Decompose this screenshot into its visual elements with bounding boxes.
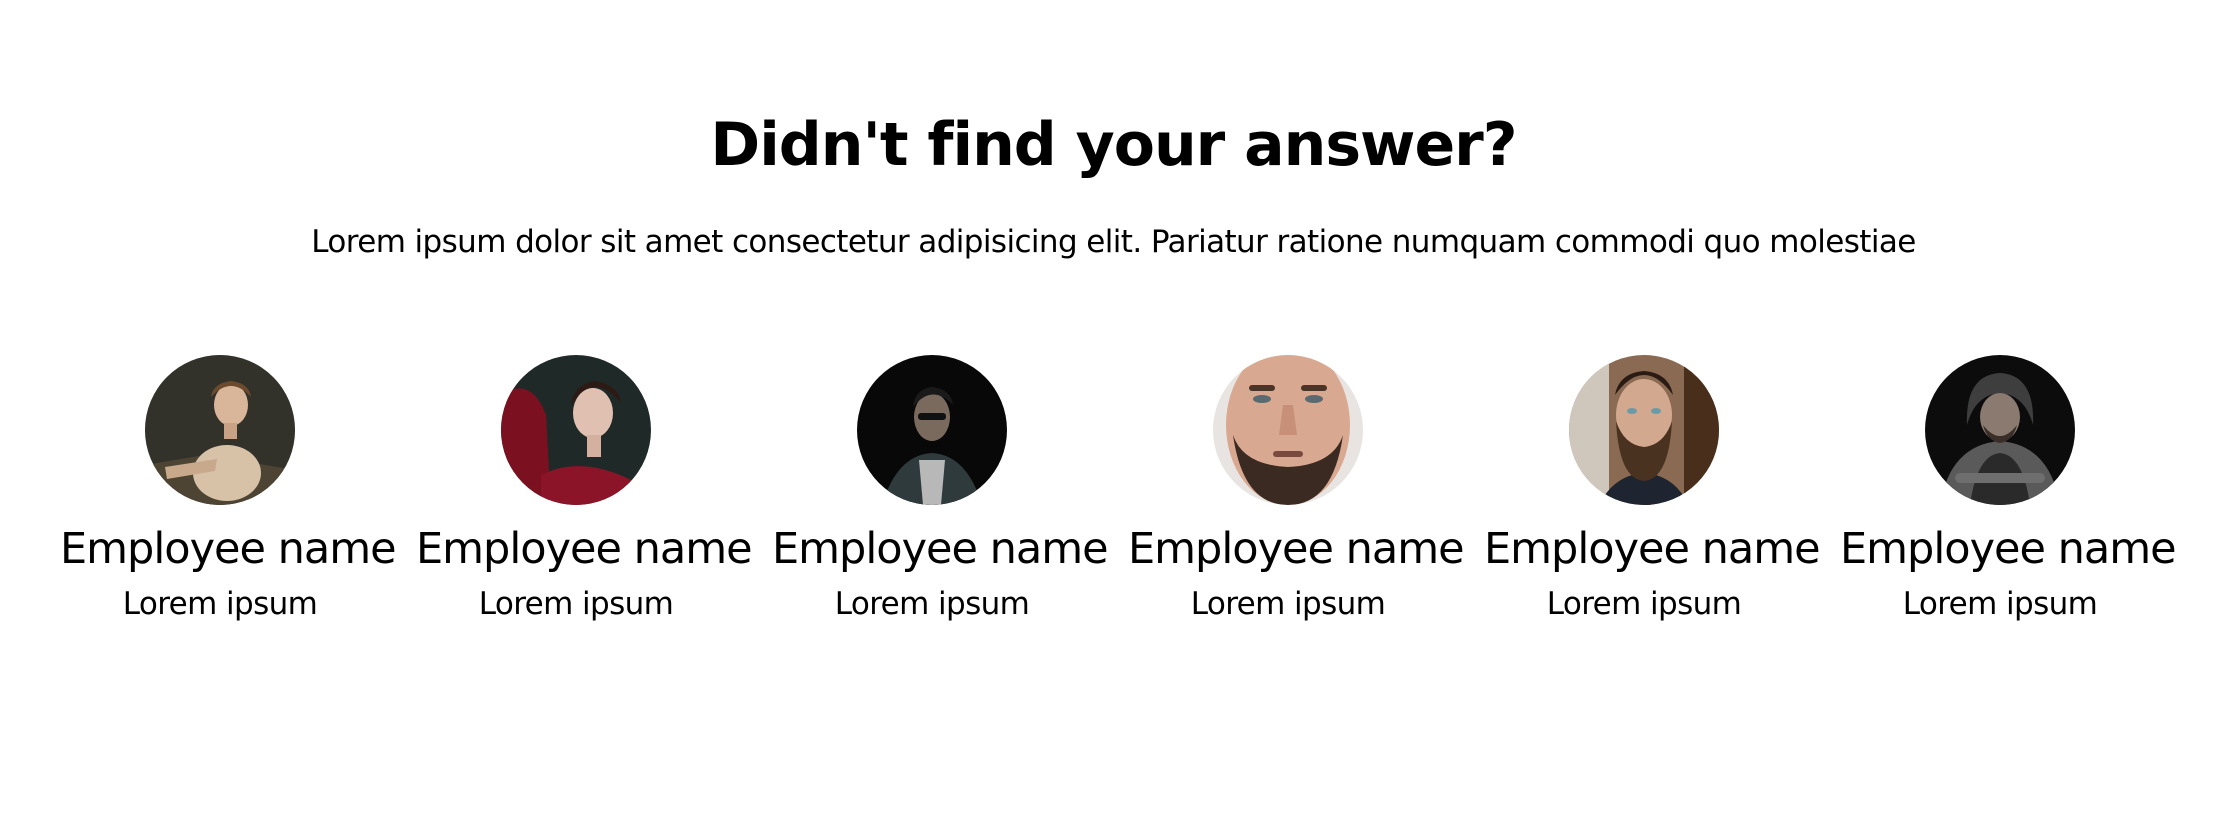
faq-contact-section: Didn't find your answer? Lorem ipsum dol… <box>0 0 2227 833</box>
employee-role: Lorem ipsum <box>1546 586 1742 622</box>
employee-card: Employee name Lorem ipsum <box>1484 355 1821 625</box>
employee-name: Employee name <box>1840 524 2177 574</box>
section-title: Didn't find your answer? <box>710 110 1517 180</box>
employee-card: Employee name Lorem ipsum <box>772 355 1109 625</box>
employee-role: Lorem ipsum <box>1902 586 2098 622</box>
employee-name: Employee name <box>60 524 397 574</box>
employee-name: Employee name <box>416 524 753 574</box>
employee-name: Employee name <box>772 524 1109 574</box>
employee-role: Lorem ipsum <box>478 586 674 622</box>
employee-card: Employee name Lorem ipsum <box>60 355 397 625</box>
employee-card: Employee name Lorem ipsum <box>416 355 753 625</box>
employee-card: Employee name Lorem ipsum <box>1840 355 2177 625</box>
woman-red-dress-avatar <box>501 355 651 505</box>
man-hoodie-avatar <box>1925 355 2075 505</box>
employee-card: Employee name Lorem ipsum <box>1128 355 1465 625</box>
man-sunglasses-avatar <box>857 355 1007 505</box>
employee-role: Lorem ipsum <box>122 586 318 622</box>
employee-list: Employee name Lorem ipsum Employee name … <box>0 355 2227 655</box>
employee-name: Employee name <box>1128 524 1465 574</box>
man-full-beard-avatar <box>1569 355 1719 505</box>
employee-name: Employee name <box>1484 524 1821 574</box>
employee-role: Lorem ipsum <box>1190 586 1386 622</box>
woman-portrait-avatar <box>145 355 295 505</box>
man-beard-closeup-avatar <box>1213 355 1363 505</box>
section-subtitle: Lorem ipsum dolor sit amet consectetur a… <box>311 224 1916 260</box>
employee-role: Lorem ipsum <box>834 586 1030 622</box>
